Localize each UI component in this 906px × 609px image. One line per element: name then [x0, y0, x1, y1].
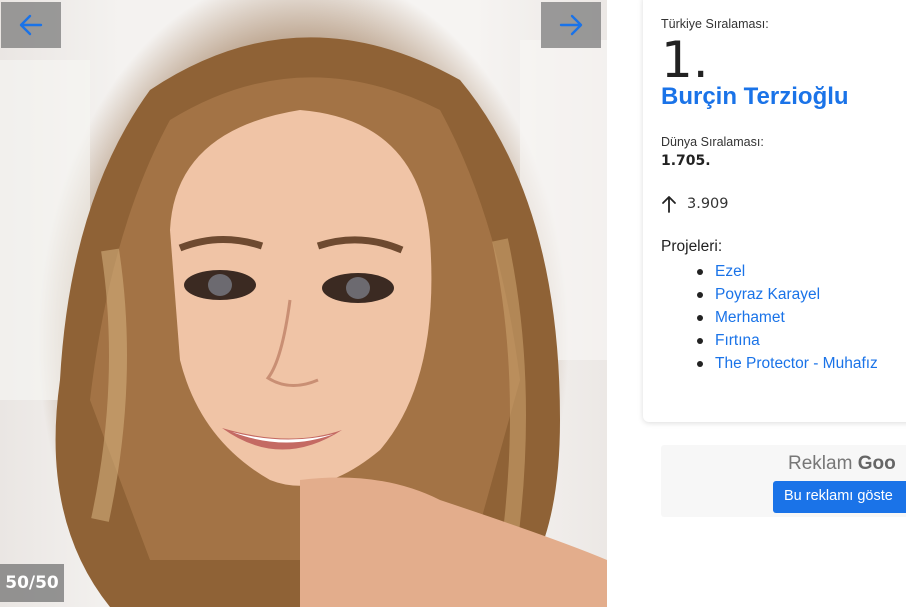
world-rank-label: Dünya Sıralaması: [661, 135, 764, 149]
rank-trend: 3.909 [661, 195, 906, 213]
arrow-left-icon [19, 14, 43, 36]
projects-label: Projeleri: [661, 238, 723, 255]
list-item: Fırtına [697, 329, 906, 352]
projects-list: Ezel Poyraz Karayel Merhamet Fırtına The… [697, 260, 906, 375]
list-item: Ezel [697, 260, 906, 283]
arrow-right-icon [559, 14, 583, 36]
portrait-image [0, 37, 607, 607]
turkey-rank-label: Türkiye Sıralaması: [661, 17, 769, 31]
trend-value: 3.909 [687, 196, 729, 212]
prev-photo-button[interactable] [1, 2, 61, 48]
bullet-icon [697, 291, 703, 298]
list-item: Merhamet [697, 306, 906, 329]
next-photo-button[interactable] [541, 2, 601, 48]
bullet-icon [697, 314, 703, 321]
page: 50/50 Türkiye Sıralaması: 1. Burçin Terz… [0, 0, 906, 609]
ad-label: Reklam Goo [788, 453, 896, 475]
photo-counter: 50/50 [0, 564, 64, 602]
ad-block: Reklam Goo Bu reklamı göste [661, 445, 906, 517]
turkey-rank-value: 1. [661, 31, 709, 89]
bullet-icon [697, 337, 703, 344]
list-item: The Protector - Muhafız [697, 352, 906, 375]
bullet-icon [697, 268, 703, 275]
project-link-the-protector[interactable]: The Protector - Muhafız [715, 355, 878, 373]
world-rank-value: 1.705. [661, 153, 711, 169]
project-link-ezel[interactable]: Ezel [715, 263, 745, 281]
list-item: Poyraz Karayel [697, 283, 906, 306]
ad-label-brand: Goo [857, 453, 896, 474]
show-ad-button[interactable]: Bu reklamı göste [773, 481, 906, 513]
profile-photo: 50/50 [0, 0, 607, 607]
project-link-merhamet[interactable]: Merhamet [715, 309, 785, 327]
project-link-poyraz-karayel[interactable]: Poyraz Karayel [715, 286, 820, 304]
ad-label-prefix: Reklam [788, 453, 853, 474]
person-name-link[interactable]: Burçin Terzioğlu [661, 83, 849, 111]
profile-card: Türkiye Sıralaması: 1. Burçin Terzioğlu … [643, 0, 906, 422]
bullet-icon [697, 360, 703, 367]
project-link-firtina[interactable]: Fırtına [715, 332, 760, 350]
arrow-up-icon [661, 195, 677, 213]
